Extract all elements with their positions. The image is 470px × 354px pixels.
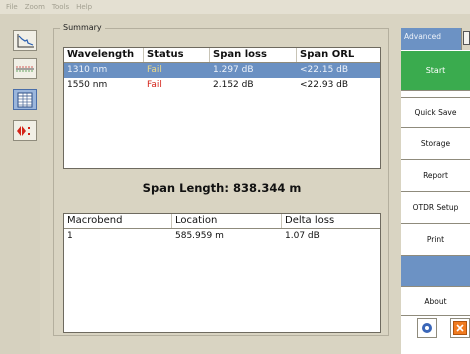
cell-span-loss: 2.152 dB: [213, 80, 254, 90]
table-row[interactable]: 1550 nm Fail 2.152 dB <22.93 dB: [64, 78, 380, 93]
column-header-status[interactable]: Status: [144, 48, 210, 62]
summary-group-label: Summary: [60, 23, 105, 32]
column-header-location[interactable]: Location: [172, 214, 282, 228]
cell-location: 585.959 m: [175, 231, 224, 241]
results-table-header: Wavelength Status Span loss Span ORL: [64, 48, 380, 63]
help-icon: [422, 323, 432, 333]
exit-button[interactable]: [450, 318, 470, 338]
column-header-span-orl[interactable]: Span ORL: [297, 48, 380, 62]
quick-save-button[interactable]: Quick Save: [401, 97, 470, 128]
trace-view-button[interactable]: [13, 30, 37, 51]
print-button[interactable]: Print: [401, 224, 470, 256]
otdr-application-window: File Zoom Tools Help Summary Wavelength …: [0, 0, 470, 354]
column-header-span-loss[interactable]: Span loss: [210, 48, 297, 62]
cell-span-orl: <22.15 dB: [300, 65, 349, 75]
menu-bar: File Zoom Tools Help: [0, 0, 470, 14]
cell-span-loss: 1.297 dB: [213, 65, 254, 75]
help-button[interactable]: [417, 318, 437, 338]
exit-icon: [453, 321, 467, 335]
start-button[interactable]: Start: [401, 51, 470, 91]
tab-secondary-icon: [463, 31, 470, 45]
tab-advanced[interactable]: Advanced: [401, 28, 461, 50]
trace-graph-icon: [17, 33, 34, 47]
macrobend-table: Macrobend Location Delta loss 1 585.959 …: [63, 213, 381, 333]
results-table: Wavelength Status Span loss Span ORL 131…: [63, 47, 381, 169]
macrobend-table-header: Macrobend Location Delta loss: [64, 214, 380, 229]
left-toolbar: [0, 14, 40, 354]
report-button[interactable]: Report: [401, 160, 470, 192]
cell-wavelength: 1550 nm: [67, 80, 108, 90]
cell-span-orl: <22.93 dB: [300, 80, 349, 90]
otdr-setup-button[interactable]: OTDR Setup: [401, 192, 470, 224]
cell-delta-loss: 1.07 dB: [285, 231, 320, 241]
menu-tools[interactable]: Tools: [52, 3, 69, 11]
fiber-marker-icon: [17, 125, 30, 136]
menu-file[interactable]: File: [6, 3, 18, 11]
about-button[interactable]: About: [401, 286, 470, 316]
table-row[interactable]: 1 585.959 m 1.07 dB: [64, 229, 380, 244]
menu-zoom[interactable]: Zoom: [25, 3, 45, 11]
cell-status: Fail: [147, 65, 162, 75]
column-header-delta-loss[interactable]: Delta loss: [282, 214, 380, 228]
column-header-wavelength[interactable]: Wavelength: [64, 48, 144, 62]
cell-status: Fail: [147, 80, 162, 90]
cell-wavelength: 1310 nm: [67, 65, 108, 75]
span-length-text: Span Length: 838.344 m: [142, 181, 302, 195]
table-row[interactable]: 1310 nm Fail 1.297 dB <22.15 dB: [64, 63, 380, 78]
column-header-macrobend[interactable]: Macrobend: [64, 214, 172, 228]
event-map-icon: [16, 66, 34, 71]
fiber-marker-button[interactable]: [13, 120, 37, 141]
menu-help[interactable]: Help: [76, 3, 92, 11]
summary-view-button[interactable]: [13, 89, 37, 110]
cell-macrobend: 1: [67, 231, 73, 241]
panel-spacer: [401, 256, 470, 286]
event-map-button[interactable]: [13, 58, 37, 79]
storage-button[interactable]: Storage: [401, 128, 470, 160]
summary-table-icon: [17, 92, 33, 107]
